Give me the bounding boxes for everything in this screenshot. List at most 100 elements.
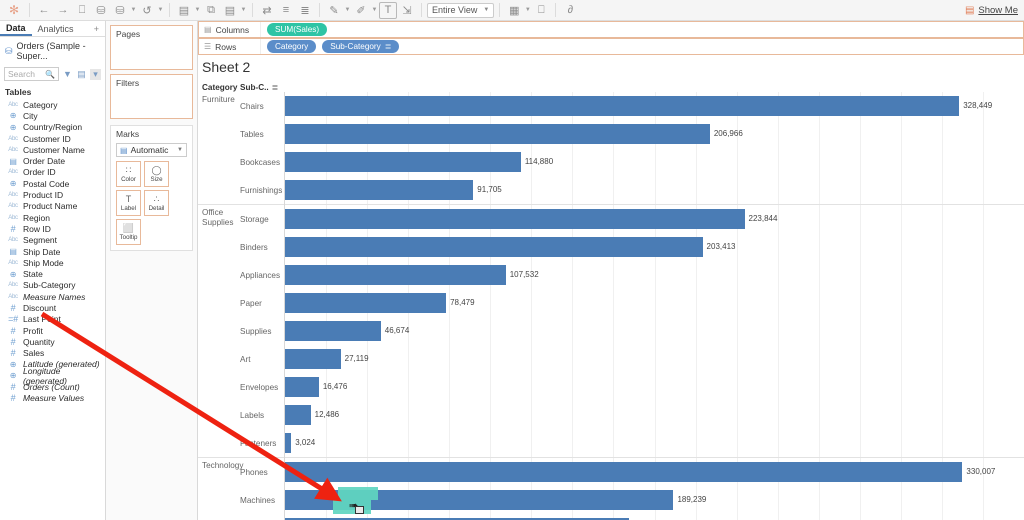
field-item[interactable]: =# Last Point: [2, 314, 105, 325]
bar[interactable]: [285, 209, 745, 229]
subcategory-label[interactable]: Bookcases: [198, 148, 284, 176]
undo-dropdown-caret-icon[interactable]: ▼: [157, 2, 164, 19]
field-item[interactable]: Abc Customer ID: [2, 133, 105, 144]
field-item[interactable]: # Quantity: [2, 336, 105, 347]
pill-category[interactable]: Category: [267, 40, 317, 53]
refresh-dropdown-caret-icon[interactable]: ▼: [130, 2, 137, 19]
highlighter-button[interactable]: ✎: [325, 2, 343, 19]
header-subcategory[interactable]: Sub-C.. ≣: [240, 83, 284, 92]
field-item[interactable]: Abc Product ID: [2, 189, 105, 200]
presentation-mode-button[interactable]: ⎕: [532, 2, 550, 19]
filters-card-dropzone[interactable]: [111, 90, 192, 118]
format-paint-button[interactable]: ✐: [352, 2, 370, 19]
undo-button[interactable]: ↺: [138, 2, 156, 19]
field-item[interactable]: # Sales: [2, 348, 105, 359]
new-sheet-caret-icon[interactable]: ▼: [194, 2, 201, 19]
category-label[interactable]: Furniture: [202, 95, 240, 105]
search-input[interactable]: Search 🔍: [4, 67, 59, 81]
bar[interactable]: [285, 96, 960, 116]
add-data-source-button[interactable]: ⛁: [92, 2, 110, 19]
field-item[interactable]: Abc Product Name: [2, 201, 105, 212]
field-item[interactable]: # Discount: [2, 302, 105, 313]
columns-shelf[interactable]: ▤ Columns SUM(Sales): [198, 21, 1024, 38]
bar[interactable]: [285, 462, 963, 482]
new-worksheet-button[interactable]: ▤: [175, 2, 193, 19]
field-item[interactable]: ⊕ Longitude (generated): [2, 366, 105, 386]
field-item[interactable]: # Measure Values: [2, 393, 105, 404]
subcategory-label[interactable]: Paper: [198, 289, 284, 317]
marks-color-button[interactable]: ∷ Color: [116, 161, 141, 187]
bar[interactable]: [285, 405, 311, 425]
bar[interactable]: [285, 180, 474, 200]
pill-sub-category[interactable]: Sub-Category ≣: [322, 40, 400, 53]
add-pane-button[interactable]: +: [88, 21, 105, 36]
save-button[interactable]: ⎕: [73, 2, 91, 19]
subcategory-label[interactable]: Accessories: [198, 514, 284, 520]
clear-sheet-caret-icon[interactable]: ▼: [240, 2, 247, 19]
category-label[interactable]: Office Supplies: [202, 208, 240, 228]
mark-type-selector[interactable]: ▤ Automatic ▼: [116, 143, 187, 157]
field-item[interactable]: # Row ID: [2, 223, 105, 234]
marks-label-button[interactable]: T Label: [116, 190, 141, 216]
show-me-button[interactable]: ▤ Show Me: [965, 3, 1018, 18]
field-item[interactable]: ⊕ Postal Code: [2, 178, 105, 189]
field-item[interactable]: ⊕ City: [2, 110, 105, 121]
subcategory-label[interactable]: Machines: [198, 486, 284, 514]
sort-descending-button[interactable]: ≣: [296, 2, 314, 19]
swap-rows-columns-button[interactable]: ⇄: [258, 2, 276, 19]
field-item[interactable]: Abc Region: [2, 212, 105, 223]
field-item[interactable]: ▤ Ship Date: [2, 246, 105, 257]
bar[interactable]: [285, 124, 710, 144]
field-item[interactable]: Abc Measure Names: [2, 291, 105, 302]
field-item[interactable]: Abc Segment: [2, 235, 105, 246]
filters-card[interactable]: Filters: [110, 74, 193, 119]
sort-fields-icon[interactable]: ▾: [90, 68, 101, 80]
duplicate-sheet-button[interactable]: ⧉: [202, 2, 220, 19]
tab-analytics[interactable]: Analytics: [32, 21, 80, 36]
sort-icon[interactable]: ≣: [272, 83, 279, 92]
subcategory-label[interactable]: Labels: [198, 401, 284, 429]
subcategory-label[interactable]: Binders: [198, 233, 284, 261]
show-cards-button[interactable]: ▦: [505, 2, 523, 19]
bar[interactable]: [285, 321, 381, 341]
bar[interactable]: [285, 152, 521, 172]
rows-pill-container[interactable]: Category Sub-Category ≣: [261, 40, 400, 53]
forward-button[interactable]: →: [54, 2, 72, 19]
marks-tooltip-button[interactable]: ⬜ Tooltip: [116, 219, 141, 245]
refresh-data-source-button[interactable]: ⛁: [111, 2, 129, 19]
rows-shelf[interactable]: ☰ Rows Category Sub-Category ≣: [198, 38, 1024, 55]
marks-detail-button[interactable]: ∴ Detail: [144, 190, 169, 216]
fix-axes-button[interactable]: ⇲: [398, 2, 416, 19]
subcategory-label[interactable]: Appliances: [198, 261, 284, 289]
pages-card[interactable]: Pages: [110, 25, 193, 70]
filter-icon[interactable]: ▼: [62, 69, 73, 79]
subcategory-label[interactable]: Envelopes: [198, 373, 284, 401]
group-by-table-icon[interactable]: ▤: [76, 69, 87, 80]
field-item[interactable]: Abc Sub-Category: [2, 280, 105, 291]
fit-selector[interactable]: Entire View ▼: [427, 2, 495, 18]
pill-sort-icon[interactable]: ≣: [385, 42, 392, 51]
format-paint-caret-icon[interactable]: ▼: [371, 2, 378, 19]
show-cards-caret-icon[interactable]: ▼: [524, 2, 531, 19]
data-source-item[interactable]: ⛁ Orders (Sample - Super...: [0, 37, 105, 65]
bar[interactable]: [285, 265, 506, 285]
subcategory-label[interactable]: Fasteners: [198, 429, 284, 457]
field-item[interactable]: # Profit: [2, 325, 105, 336]
sort-ascending-button[interactable]: ≡: [277, 2, 295, 19]
clear-sheet-button[interactable]: ▤: [221, 2, 239, 19]
bar[interactable]: [285, 433, 292, 453]
category-label[interactable]: Technology: [202, 461, 243, 471]
field-item[interactable]: Abc Category: [2, 99, 105, 110]
field-item[interactable]: Abc Customer Name: [2, 144, 105, 155]
bar[interactable]: [285, 349, 341, 369]
bar[interactable]: [285, 377, 319, 397]
subcategory-label[interactable]: Furnishings: [198, 176, 284, 204]
subcategory-label[interactable]: Tables: [198, 120, 284, 148]
field-item[interactable]: ▤ Order Date: [2, 155, 105, 166]
field-item[interactable]: ⊕ Country/Region: [2, 122, 105, 133]
subcategory-label[interactable]: Art: [198, 345, 284, 373]
share-button[interactable]: ∂: [561, 2, 579, 19]
pill-sumsales[interactable]: SUM(Sales): [267, 23, 328, 36]
show-mark-labels-button[interactable]: T: [379, 1, 397, 19]
field-item[interactable]: Abc Ship Mode: [2, 257, 105, 268]
